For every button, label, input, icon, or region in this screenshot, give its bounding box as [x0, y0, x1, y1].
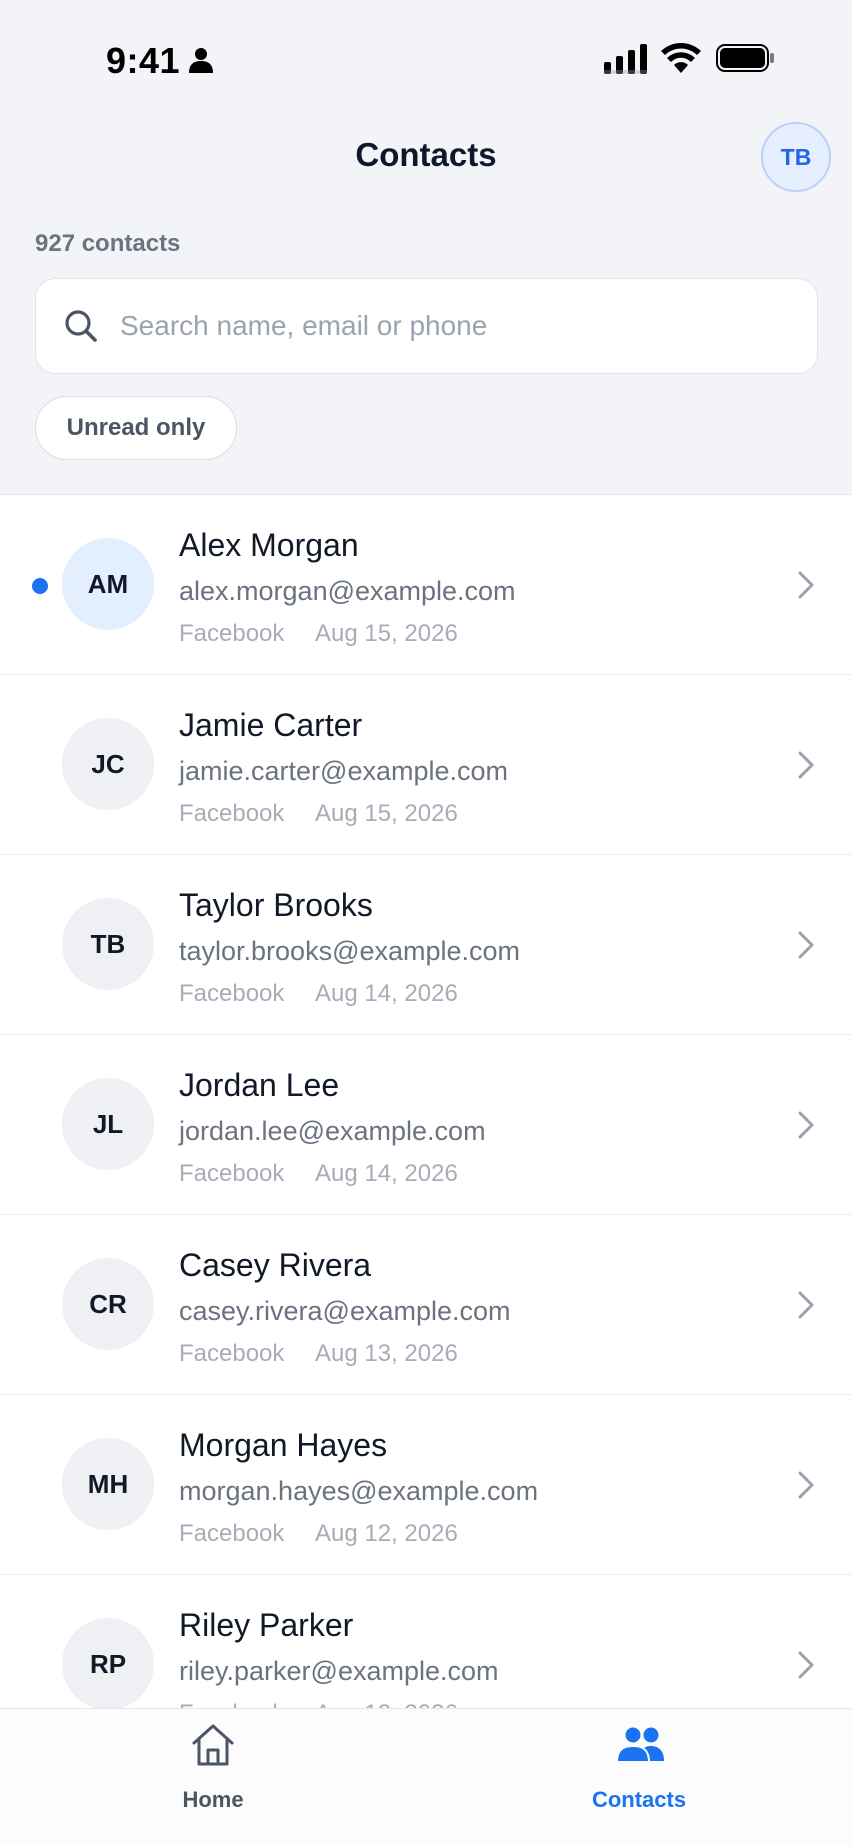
avatar: CR [62, 1258, 154, 1350]
chevron-right-icon [798, 931, 814, 959]
contact-email: riley.parker@example.com [179, 1656, 499, 1686]
tab-home-label: Home [182, 1787, 244, 1812]
chevron-right-icon [798, 1111, 814, 1139]
profile-avatar[interactable]: TB [761, 122, 831, 192]
contact-row[interactable]: JC Jamie Carter jamie.carter@example.com… [0, 675, 852, 855]
contact-name: Jordan Lee [179, 1067, 340, 1103]
contact-name: Alex Morgan [179, 527, 359, 563]
contact-row[interactable]: MH Morgan Hayes morgan.hayes@example.com… [0, 1395, 852, 1575]
tab-bar: Home Contacts [0, 1708, 852, 1846]
home-icon [192, 1724, 234, 1766]
chevron-right-icon [798, 1471, 814, 1499]
contact-name: Taylor Brooks [179, 887, 373, 923]
contact-row[interactable]: RP Riley Parker riley.parker@example.com… [0, 1575, 852, 1708]
contact-date: Aug 13, 2026 [315, 1340, 458, 1367]
person-icon [189, 48, 213, 73]
status-bar: 9:41 [0, 0, 852, 120]
page-title: Contacts [355, 136, 497, 173]
search-icon [65, 310, 97, 342]
avatar: RP [62, 1618, 154, 1708]
chevron-right-icon [798, 751, 814, 779]
contact-row[interactable]: TB Taylor Brooks taylor.brooks@example.c… [0, 855, 852, 1035]
contact-row[interactable]: AM Alex Morgan alex.morgan@example.com F… [0, 495, 852, 675]
chevron-right-icon [798, 1291, 814, 1319]
contact-name: Casey Rivera [179, 1247, 372, 1283]
contact-date: Aug 15, 2026 [315, 620, 458, 647]
contact-name: Morgan Hayes [179, 1427, 388, 1463]
chevron-right-icon [798, 571, 814, 599]
contact-row[interactable]: JL Jordan Lee jordan.lee@example.com Fac… [0, 1035, 852, 1215]
contact-row[interactable]: CR Casey Rivera casey.rivera@example.com… [0, 1215, 852, 1395]
contact-source: Facebook [179, 620, 285, 647]
contact-date: Aug 12, 2026 [315, 1700, 458, 1708]
avatar: JC [62, 718, 154, 810]
contact-source: Facebook [179, 1700, 284, 1708]
contact-date: Aug 14, 2026 [315, 1160, 458, 1187]
contact-email: casey.rivera@example.com [179, 1296, 511, 1326]
status-time: 9:41 [106, 40, 181, 81]
unread-dot [32, 578, 48, 594]
unread-only-filter[interactable]: Unread only [35, 396, 237, 460]
tab-home[interactable]: Home [0, 1709, 426, 1846]
contact-source: Facebook [179, 1520, 285, 1547]
avatar: TB [62, 898, 154, 990]
contact-source: Facebook [179, 1160, 285, 1187]
contact-date: Aug 14, 2026 [315, 980, 458, 1007]
chevron-right-icon [798, 1651, 814, 1679]
avatar: MH [62, 1438, 154, 1530]
contact-email: jordan.lee@example.com [179, 1116, 486, 1146]
contact-name: Jamie Carter [179, 707, 363, 743]
battery-icon [716, 44, 774, 72]
search-input[interactable] [120, 279, 790, 372]
tab-contacts[interactable]: Contacts [426, 1709, 852, 1846]
contact-source: Facebook [179, 980, 285, 1007]
contact-date: Aug 12, 2026 [315, 1520, 458, 1547]
contact-email: morgan.hayes@example.com [179, 1476, 539, 1506]
contact-count: 927 contacts [35, 230, 181, 257]
contact-source: Facebook [179, 800, 285, 827]
contact-date: Aug 15, 2026 [315, 800, 458, 827]
contact-source: Facebook [179, 1340, 285, 1367]
contact-email: taylor.brooks@example.com [179, 936, 521, 966]
contact-name: Riley Parker [179, 1607, 354, 1643]
avatar: AM [62, 538, 154, 630]
search-box[interactable] [35, 278, 818, 374]
contacts-icon [615, 1725, 664, 1763]
signal-icon [604, 44, 647, 74]
wifi-icon [661, 43, 701, 73]
contact-email: jamie.carter@example.com [179, 756, 509, 786]
contact-email: alex.morgan@example.com [179, 576, 516, 606]
tab-contacts-label: Contacts [591, 1787, 687, 1812]
avatar: JL [62, 1078, 154, 1170]
contact-list[interactable]: AM Alex Morgan alex.morgan@example.com F… [0, 495, 852, 1708]
